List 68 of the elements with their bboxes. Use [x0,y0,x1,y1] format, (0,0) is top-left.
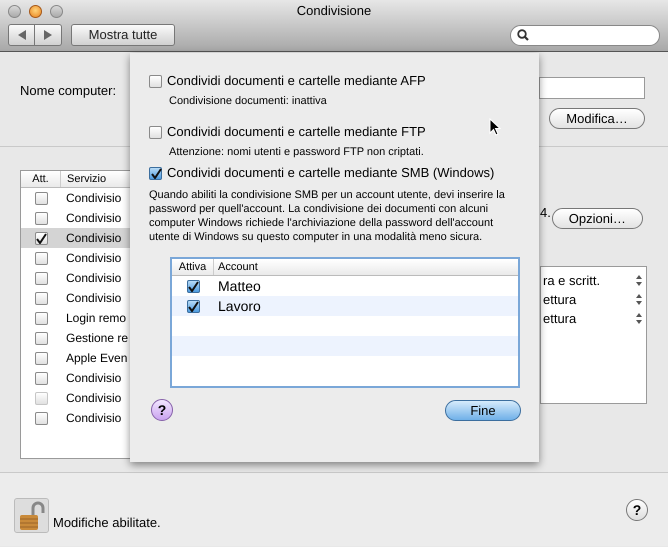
column-header: Att. [21,171,61,187]
checkbox[interactable] [186,280,200,292]
checkbox[interactable] [149,126,162,138]
checkbox[interactable] [34,232,48,244]
service-name: Condivisio [65,250,122,267]
service-name: Condivisio [65,210,122,227]
lock-button[interactable] [14,498,49,533]
computer-name-field[interactable] [539,77,645,99]
checkbox[interactable] [34,312,48,324]
column-header: Account [217,260,258,275]
checkbox[interactable] [34,292,48,304]
service-name: Login remo [65,310,126,327]
stepper-icon[interactable] [636,294,642,305]
service-name: Condivisio [65,390,122,407]
service-name: Condivisio [65,190,122,207]
stepper-icon[interactable] [636,275,642,286]
service-name: Condivisio [65,370,122,387]
stepper-icon[interactable] [636,313,642,324]
zoom-button[interactable] [50,4,63,18]
forward-arrow-icon [44,30,52,40]
forward-button[interactable] [35,24,62,46]
option-label: Condividi documenti e cartelle mediante FTP [167,123,426,142]
checkbox[interactable] [34,272,48,284]
search-field[interactable] [510,24,660,46]
service-name: Condivisio [65,410,122,427]
checkbox[interactable] [186,300,200,312]
permission-text: ettura [543,310,576,328]
show-all-button[interactable]: Mostra tutte [71,24,175,46]
options-button[interactable]: Opzioni… [552,208,643,229]
checkbox[interactable] [34,192,48,204]
account-name: Matteo [217,276,261,296]
lock-open-icon [18,500,46,530]
service-name: Condivisio [65,290,122,307]
status-text: Condivisione documenti: inattiva [169,94,328,108]
status-text: Attenzione: nomi utenti e password FTP non criptati. [169,145,425,159]
back-arrow-icon [18,30,26,40]
column-header: Servizio [66,172,106,187]
permission-text: ettura [543,290,576,309]
back-button[interactable] [8,24,35,46]
checkbox[interactable] [34,252,48,264]
checkbox[interactable] [34,212,48,224]
window-title: Condivisione [296,2,372,20]
option-label: Condividi documenti e cartelle mediante AFP [167,72,426,90]
cursor-icon [489,118,501,136]
account-name: Lavoro [217,296,261,316]
checkbox[interactable] [34,372,48,384]
checkbox[interactable] [149,166,162,180]
service-name: Condivisio [65,230,122,247]
service-name: Apple Even [65,350,128,367]
checkbox[interactable] [34,412,48,424]
help-button[interactable]: ? [626,498,648,520]
checkbox[interactable] [34,332,48,344]
description-text: 4. [540,205,551,220]
help-button[interactable]: ? [151,399,173,421]
service-name: Condivisio [65,270,122,287]
permission-text: ra e scritt. [543,272,600,290]
lock-status-text: Modifiche abilitate. [53,514,161,532]
edit-button[interactable]: Modifica… [549,108,645,129]
field-label: Nome computer: [20,82,116,97]
column-header: Attiva [172,259,214,275]
done-button[interactable]: Fine [445,400,521,420]
option-label: Condividi documenti e cartelle mediante SMB (Windows) [167,164,494,182]
service-name: Gestione re [65,330,128,347]
close-button[interactable] [8,4,21,18]
minimize-button[interactable] [29,4,42,18]
checkbox[interactable] [149,74,162,88]
checkbox[interactable] [34,352,48,364]
search-icon [517,29,529,41]
